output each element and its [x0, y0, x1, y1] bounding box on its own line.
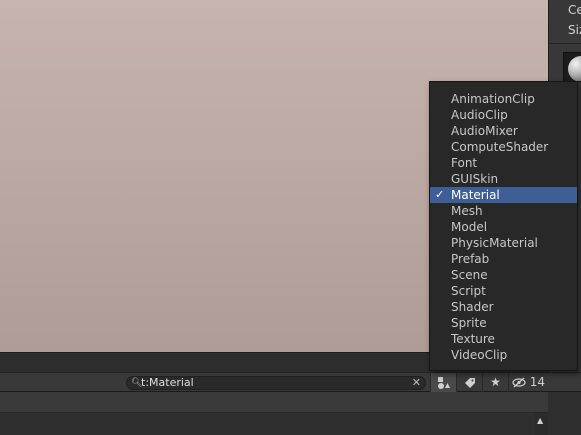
- menu-item-font[interactable]: Font: [430, 155, 577, 171]
- inspector-label-center: Ce: [568, 3, 581, 17]
- menu-item-label: Texture: [451, 332, 495, 346]
- menu-item-sprite[interactable]: Sprite: [430, 315, 577, 331]
- material-preview: [563, 52, 581, 82]
- search-input-value[interactable]: t:Material: [141, 376, 194, 390]
- search-by-type-menu: AnimationClip AudioClip AudioMixer ComputeS…: [429, 81, 578, 371]
- hidden-package-count: 14: [529, 375, 546, 389]
- menu-item-label: Script: [451, 284, 486, 298]
- menu-item-label: Font: [451, 156, 478, 170]
- star-icon: ★: [490, 375, 501, 389]
- hidden-packages-toggle[interactable]: 14: [508, 373, 548, 392]
- menu-item-label: PhysicMaterial: [451, 236, 538, 250]
- menu-item-label: AudioClip: [451, 108, 508, 122]
- scroll-up-arrow-icon[interactable]: ▲: [537, 416, 543, 425]
- menu-item-label: Sprite: [451, 316, 487, 330]
- menu-item-label: Material: [451, 188, 500, 202]
- menu-item-shader[interactable]: Shader: [430, 299, 577, 315]
- menu-item-label: Scene: [451, 268, 488, 282]
- close-icon[interactable]: ✕: [412, 376, 421, 390]
- menu-item-scene[interactable]: Scene: [430, 267, 577, 283]
- menu-item-label: ComputeShader: [451, 140, 549, 154]
- inspector-label-size: Siz: [568, 23, 581, 37]
- project-list-row[interactable]: [0, 392, 548, 413]
- filter-by-label-button[interactable]: [456, 373, 482, 392]
- menu-item-model[interactable]: Model: [430, 219, 577, 235]
- menu-item-label: Prefab: [451, 252, 490, 266]
- menu-item-label: AnimationClip: [451, 92, 535, 106]
- menu-item-label: Mesh: [451, 204, 483, 218]
- eye-slash-icon: [512, 377, 526, 388]
- menu-item-label: Model: [451, 220, 488, 234]
- menu-item-videoclip[interactable]: VideoClip: [430, 347, 577, 363]
- project-toolbar: 🔍︎ t:Material ✕ ★ 14: [0, 372, 581, 392]
- menu-item-texture[interactable]: Texture: [430, 331, 577, 347]
- menu-item-physicmaterial[interactable]: PhysicMaterial: [430, 235, 577, 251]
- search-input[interactable]: 🔍︎ t:Material ✕: [126, 376, 426, 390]
- menu-item-label: Shader: [451, 300, 494, 314]
- menu-item-audiomixer[interactable]: AudioMixer: [430, 123, 577, 139]
- menu-item-label: GUISkin: [451, 172, 499, 186]
- menu-item-guiskin[interactable]: GUISkin: [430, 171, 577, 187]
- menu-item-script[interactable]: Script: [430, 283, 577, 299]
- menu-item-material[interactable]: ✓ Material: [430, 187, 577, 203]
- filter-by-type-icon: [437, 376, 450, 389]
- menu-item-mesh[interactable]: Mesh: [430, 203, 577, 219]
- filter-by-type-button[interactable]: [430, 373, 456, 392]
- menu-item-audioclip[interactable]: AudioClip: [430, 107, 577, 123]
- checkmark-icon: ✓: [435, 188, 445, 201]
- menu-item-label: VideoClip: [451, 348, 508, 362]
- project-browser-area: ▲: [0, 392, 581, 435]
- type-menu-list: AnimationClip AudioClip AudioMixer ComputeS…: [430, 91, 577, 363]
- material-sphere-preview: [568, 56, 581, 81]
- menu-item-label: AudioMixer: [451, 124, 518, 138]
- menu-item-prefab[interactable]: Prefab: [430, 251, 577, 267]
- favorites-button[interactable]: ★: [482, 373, 508, 392]
- menu-item-animationclip[interactable]: AnimationClip: [430, 91, 577, 107]
- menu-item-computeshader[interactable]: ComputeShader: [430, 139, 577, 155]
- label-icon: [464, 377, 475, 388]
- inspector-divider: [549, 43, 581, 44]
